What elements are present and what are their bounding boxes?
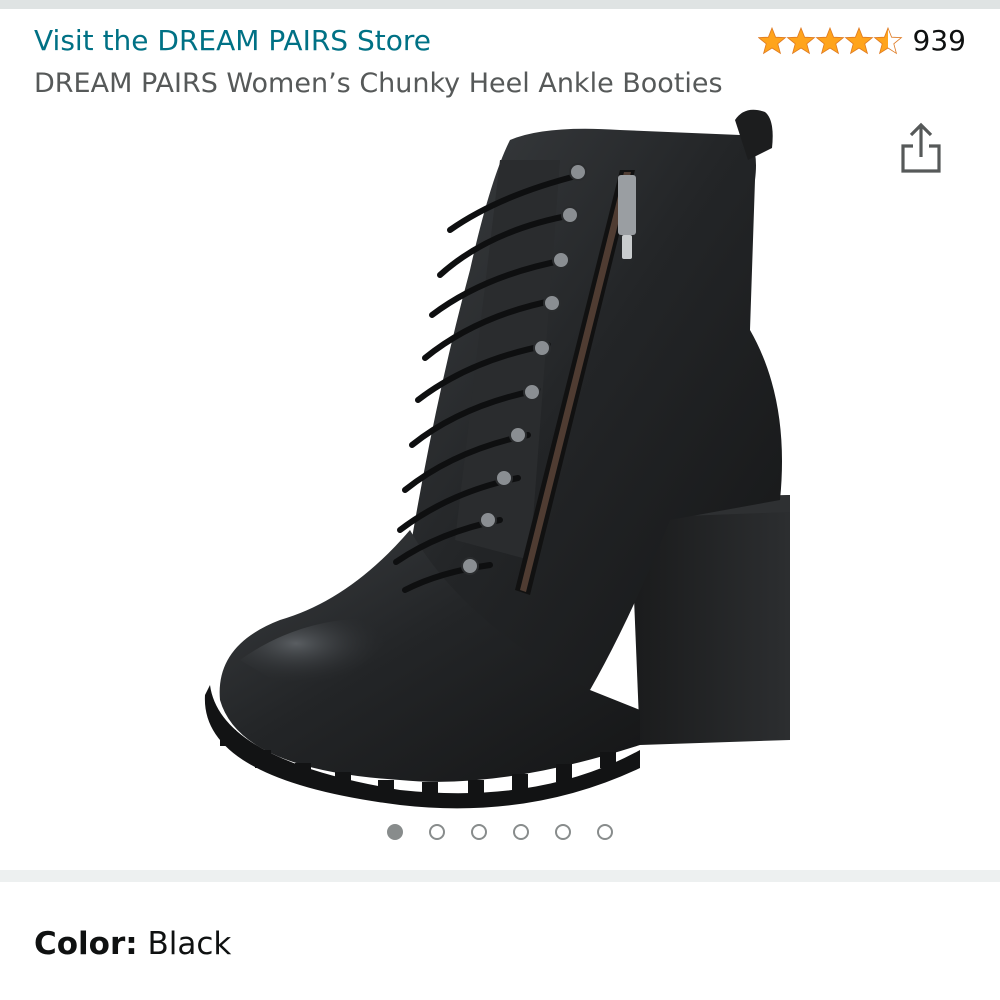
top-strip [0,0,1000,9]
product-image[interactable] [200,100,800,810]
carousel-dot-3[interactable] [471,824,487,840]
carousel-dot-1[interactable] [387,824,403,840]
stars-icon [757,27,902,54]
color-value: Black [147,926,232,962]
share-button[interactable] [896,120,946,178]
star-rating [757,26,903,56]
carousel-dot-2[interactable] [429,824,445,840]
product-title: DREAM PAIRS Women’s Chunky Heel Ankle Bo… [34,68,723,99]
boot-image-icon [204,109,790,809]
store-link[interactable]: Visit the DREAM PAIRS Store [34,24,431,57]
rating-count[interactable]: 939 [913,24,966,57]
image-carousel-dots [0,824,1000,840]
color-selection: Color: Black [34,926,231,962]
color-label: Color: [34,926,138,962]
section-divider [0,870,1000,882]
carousel-dot-4[interactable] [513,824,529,840]
carousel-dot-5[interactable] [555,824,571,840]
rating-summary[interactable]: 939 [757,24,966,57]
share-icon [901,122,941,173]
carousel-dot-6[interactable] [597,824,613,840]
